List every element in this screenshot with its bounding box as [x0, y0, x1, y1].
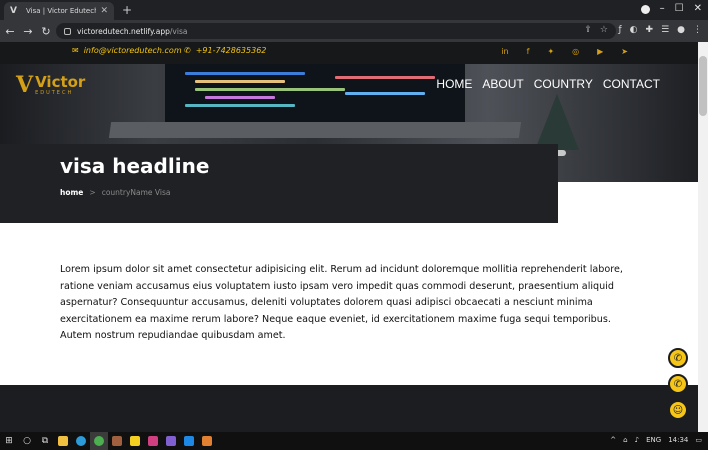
support-icon: ☺ — [672, 404, 684, 416]
email-contact[interactable]: ✉ info@victoredutech.com — [72, 46, 182, 55]
nav-about[interactable]: ABOUT — [482, 77, 523, 91]
phone-text: +91-7428635362 — [195, 46, 267, 55]
twitter-icon[interactable]: ✦ — [547, 47, 554, 56]
notes-icon[interactable] — [126, 432, 144, 450]
tab-search-icon[interactable]: ☰ — [661, 25, 669, 35]
scrollbar-thumb[interactable] — [699, 56, 707, 116]
close-tab-icon[interactable]: ✕ — [100, 6, 108, 16]
nav-country[interactable]: COUNTRY — [534, 77, 593, 91]
extension-icon[interactable]: ƒ — [618, 25, 621, 35]
breadcrumb-home-link[interactable]: home — [60, 188, 83, 197]
app-icon[interactable] — [144, 432, 162, 450]
notifications-icon[interactable]: ▭ — [695, 436, 702, 444]
logo-name: Victor — [35, 72, 86, 91]
search-icon[interactable]: ○ — [18, 432, 36, 450]
breadcrumb: home > countryName Visa — [60, 188, 170, 197]
whatsapp-icon: ✆ — [673, 378, 683, 390]
nav-home[interactable]: HOME — [436, 77, 472, 91]
app-icon[interactable] — [108, 432, 126, 450]
page-title: visa headline — [60, 154, 210, 178]
facebook-icon[interactable]: f — [527, 47, 530, 56]
linkedin-icon[interactable]: in — [501, 47, 508, 56]
forward-icon[interactable]: → — [20, 25, 36, 38]
main-navigation: HOME ABOUT COUNTRY CONTACT — [436, 77, 660, 91]
browser-tab-strip: V Visa | Victor Edutech ✕ + – ☐ ✕ — [0, 0, 708, 20]
phone-icon: ✆ — [673, 352, 683, 364]
reload-icon[interactable]: ↻ — [38, 25, 54, 38]
extension-icon[interactable]: ◐ — [630, 25, 638, 35]
decorative-tree — [535, 94, 579, 150]
maximize-icon[interactable]: ☐ — [675, 3, 684, 15]
volume-icon[interactable]: ♪ — [635, 436, 639, 444]
call-floating-button[interactable]: ✆ — [668, 348, 688, 368]
system-tray: ^ ⌂ ♪ ENG 14:34 ▭ — [610, 436, 702, 444]
page-viewport: ✉ info@victoredutech.com ✆ +91-742863536… — [0, 42, 698, 432]
browser-toolbar: ← → ↻ victoredutech.netlify.app/visa ⇪ ☆… — [0, 20, 708, 42]
email-text: info@victoredutech.com — [83, 46, 182, 55]
chevron-up-icon[interactable]: ^ — [610, 436, 616, 444]
phone-icon: ✆ — [184, 46, 191, 55]
minimize-icon[interactable]: – — [660, 3, 665, 15]
window-controls: – ☐ ✕ — [640, 3, 702, 15]
edge-icon[interactable] — [72, 432, 90, 450]
site-logo[interactable]: V Victor EDUTECH — [16, 74, 85, 96]
instagram-icon[interactable]: ◎ — [572, 47, 579, 56]
close-window-icon[interactable]: ✕ — [694, 3, 702, 15]
footer — [0, 385, 698, 432]
logo-subtitle: EDUTECH — [35, 89, 74, 96]
new-tab-icon[interactable]: + — [122, 3, 132, 17]
mail-icon: ✉ — [72, 46, 79, 55]
bookmark-star-icon[interactable]: ☆ — [600, 25, 608, 35]
site-favicon-icon: V — [10, 6, 17, 16]
breadcrumb-current: countryName Visa — [101, 188, 171, 197]
browser-tab[interactable]: V Visa | Victor Edutech ✕ — [4, 2, 114, 20]
app-icon[interactable] — [198, 432, 216, 450]
contact-topbar: ✉ info@victoredutech.com ✆ +91-742863536… — [0, 42, 698, 64]
avatar[interactable]: ● — [677, 25, 685, 35]
social-links: in f ✦ ◎ ▶ ➤ — [501, 47, 628, 56]
os-taskbar: ⊞ ○ ⧉ ^ ⌂ ♪ ENG 14:34 ▭ — [0, 432, 708, 450]
language-indicator[interactable]: ENG — [646, 436, 661, 444]
whatsapp-floating-button[interactable]: ✆ — [668, 374, 688, 394]
page-scrollbar[interactable] — [698, 42, 708, 432]
tab-title: Visa | Victor Edutech — [26, 7, 97, 15]
extensions-area: ƒ ◐ ✚ ☰ ● ⋮ — [618, 25, 702, 35]
laptop-base — [108, 122, 522, 138]
logo-mark-icon: V — [16, 72, 34, 98]
menu-kebab-icon[interactable]: ⋮ — [693, 25, 702, 35]
page-title-block: visa headline home > countryName Visa — [0, 144, 558, 223]
file-explorer-icon[interactable] — [54, 432, 72, 450]
breadcrumb-separator: > — [89, 188, 96, 197]
lock-icon[interactable] — [64, 27, 71, 35]
support-floating-button[interactable]: ☺ — [668, 400, 688, 420]
address-bar[interactable]: victoredutech.netlify.app/visa ⇪ ☆ — [56, 23, 616, 39]
url-text: victoredutech.netlify.app/visa — [77, 26, 188, 36]
chrome-icon[interactable] — [90, 432, 108, 450]
back-icon[interactable]: ← — [2, 25, 18, 38]
visa-description: Lorem ipsum dolor sit amet consectetur a… — [60, 264, 623, 342]
clock[interactable]: 14:34 — [668, 436, 688, 444]
puzzle-extensions-icon[interactable]: ✚ — [646, 25, 654, 35]
windows-start-icon[interactable]: ⊞ — [0, 432, 18, 450]
app-icon[interactable] — [162, 432, 180, 450]
network-icon[interactable]: ⌂ — [623, 436, 627, 444]
telegram-icon[interactable]: ➤ — [621, 47, 628, 56]
share-icon[interactable]: ⇪ — [584, 25, 592, 35]
task-view-icon[interactable]: ⧉ — [36, 432, 54, 450]
vscode-icon[interactable] — [180, 432, 198, 450]
phone-contact[interactable]: ✆ +91-7428635362 — [184, 46, 266, 55]
profile-indicator-icon[interactable] — [640, 4, 650, 14]
nav-contact[interactable]: CONTACT — [603, 77, 660, 91]
laptop-illustration — [165, 64, 465, 122]
youtube-icon[interactable]: ▶ — [597, 47, 603, 56]
